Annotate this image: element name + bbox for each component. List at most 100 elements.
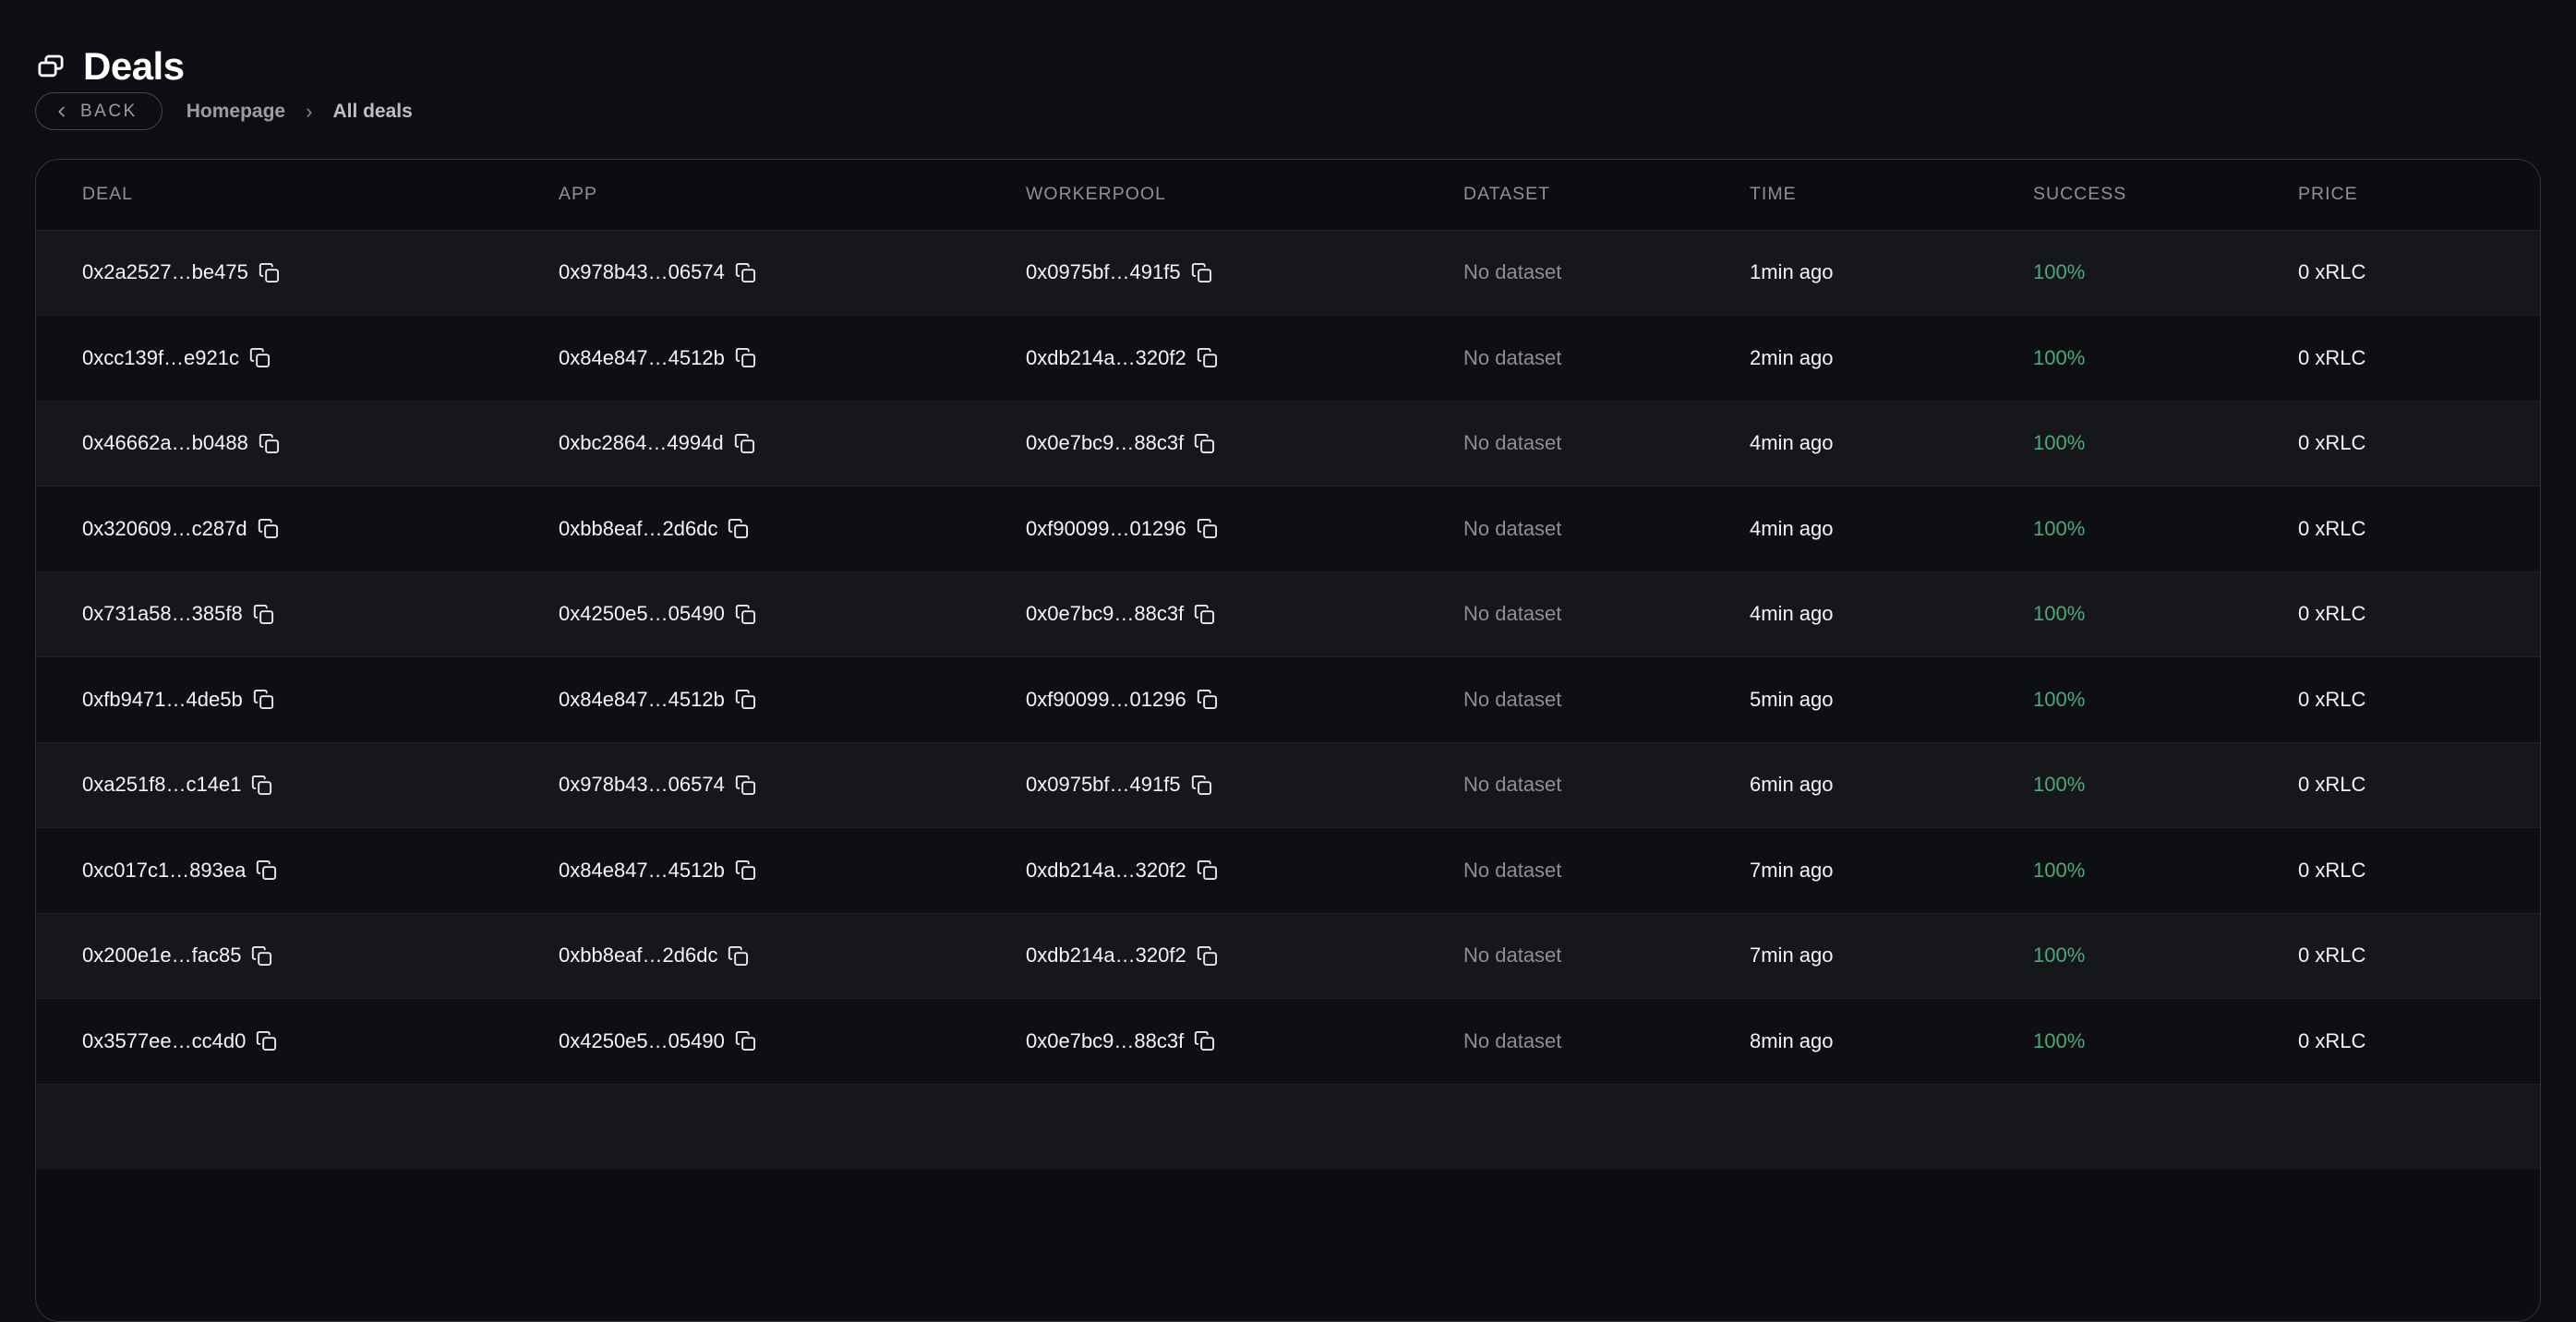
- copy-icon[interactable]: [735, 347, 756, 368]
- copy-icon[interactable]: [735, 1030, 756, 1052]
- copy-icon[interactable]: [728, 518, 749, 539]
- copy-icon[interactable]: [1194, 433, 1215, 454]
- table-row: 0x731a58…385f8 0x4250e5…05490 0x0e7bc9…88c…: [36, 571, 2540, 657]
- table-row: 0x3577ee…cc4d0 0x4250e5…05490 0x0e7bc9…88c…: [36, 998, 2540, 1084]
- workerpool-hash-link[interactable]: 0xdb214a…320f2: [1026, 943, 1186, 967]
- cell-dataset: No dataset: [1463, 773, 1750, 797]
- cell-time: 8min ago: [1750, 1029, 2033, 1053]
- deal-hash-link[interactable]: 0x2a2527…be475: [82, 260, 248, 284]
- cell-dataset: No dataset: [1463, 688, 1750, 712]
- copy-icon[interactable]: [1194, 1030, 1215, 1052]
- column-header-deal: DEAL: [82, 184, 559, 205]
- workerpool-hash-link[interactable]: 0xdb214a…320f2: [1026, 859, 1186, 883]
- cell-deal: 0x200e1e…fac85: [82, 943, 559, 967]
- cell-success: 100%: [2033, 602, 2298, 626]
- cell-success: 100%: [2033, 517, 2298, 541]
- copy-icon[interactable]: [734, 433, 755, 454]
- app-hash-link[interactable]: 0xbb8eaf…2d6dc: [559, 943, 717, 967]
- workerpool-hash-link[interactable]: 0x0e7bc9…88c3f: [1026, 602, 1184, 626]
- cell-success: 100%: [2033, 260, 2298, 284]
- cell-app: 0x4250e5…05490: [559, 602, 1026, 626]
- app-hash-link[interactable]: 0x4250e5…05490: [559, 1029, 725, 1053]
- copy-icon[interactable]: [728, 945, 749, 967]
- copy-icon[interactable]: [256, 859, 277, 881]
- deal-hash-link[interactable]: 0x200e1e…fac85: [82, 943, 241, 967]
- deal-hash-link[interactable]: 0x3577ee…cc4d0: [82, 1029, 246, 1053]
- copy-icon[interactable]: [735, 689, 756, 710]
- copy-icon[interactable]: [735, 859, 756, 881]
- deal-hash-link[interactable]: 0xc017c1…893ea: [82, 859, 246, 883]
- app-hash-link[interactable]: 0xbb8eaf…2d6dc: [559, 517, 717, 541]
- cell-workerpool: 0xf90099…01296: [1026, 517, 1463, 541]
- back-button[interactable]: BACK: [35, 92, 163, 130]
- copy-icon[interactable]: [1197, 518, 1218, 539]
- cell-success: 100%: [2033, 859, 2298, 883]
- workerpool-hash-link[interactable]: 0x0e7bc9…88c3f: [1026, 1029, 1184, 1053]
- copy-icon[interactable]: [256, 1030, 277, 1052]
- app-hash-link[interactable]: 0x978b43…06574: [559, 773, 725, 797]
- table-row: 0xcc139f…e921c 0x84e847…4512b 0xdb214a…320…: [36, 315, 2540, 401]
- column-header-time: TIME: [1750, 184, 2033, 205]
- deal-hash-link[interactable]: 0xfb9471…4de5b: [82, 688, 243, 712]
- app-hash-link[interactable]: 0x4250e5…05490: [559, 602, 725, 626]
- cell-success: 100%: [2033, 1029, 2298, 1053]
- cell-workerpool: 0xdb214a…320f2: [1026, 346, 1463, 370]
- page-header: Deals: [37, 44, 185, 89]
- cell-time: 4min ago: [1750, 517, 2033, 541]
- cell-workerpool: 0x0e7bc9…88c3f: [1026, 602, 1463, 626]
- app-hash-link[interactable]: 0x84e847…4512b: [559, 859, 725, 883]
- copy-icon[interactable]: [253, 604, 274, 625]
- copy-icon[interactable]: [1197, 347, 1218, 368]
- cell-app: 0x978b43…06574: [559, 260, 1026, 284]
- breadcrumb-homepage[interactable]: Homepage: [187, 101, 285, 123]
- workerpool-hash-link[interactable]: 0xf90099…01296: [1026, 517, 1186, 541]
- deal-hash-link[interactable]: 0xcc139f…e921c: [82, 346, 239, 370]
- table-body: 0x2a2527…be475 0x978b43…06574 0x0975bf…491…: [36, 230, 2540, 1171]
- column-header-success: SUCCESS: [2033, 184, 2298, 205]
- cell-price: 0 xRLC: [2298, 1029, 2540, 1053]
- copy-icon[interactable]: [259, 262, 280, 283]
- copy-icon[interactable]: [251, 945, 272, 967]
- breadcrumb-all-deals: All deals: [332, 101, 412, 123]
- deal-hash-link[interactable]: 0x46662a…b0488: [82, 431, 248, 455]
- cell-app: 0x84e847…4512b: [559, 688, 1026, 712]
- copy-icon[interactable]: [735, 775, 756, 796]
- cell-app: 0xbb8eaf…2d6dc: [559, 517, 1026, 541]
- app-hash-link[interactable]: 0xbc2864…4994d: [559, 431, 724, 455]
- app-hash-link[interactable]: 0x978b43…06574: [559, 260, 725, 284]
- workerpool-hash-link[interactable]: 0xdb214a…320f2: [1026, 346, 1186, 370]
- cell-success: 100%: [2033, 431, 2298, 455]
- app-hash-link[interactable]: 0x84e847…4512b: [559, 346, 725, 370]
- copy-icon[interactable]: [253, 689, 274, 710]
- copy-icon[interactable]: [251, 775, 272, 796]
- app-hash-link[interactable]: 0x84e847…4512b: [559, 688, 725, 712]
- table-row: 0xa251f8…c14e1 0x978b43…06574 0x0975bf…491…: [36, 742, 2540, 828]
- copy-icon[interactable]: [1191, 262, 1212, 283]
- workerpool-hash-link[interactable]: 0x0975bf…491f5: [1026, 773, 1181, 797]
- cell-app: 0x84e847…4512b: [559, 346, 1026, 370]
- copy-icon[interactable]: [1197, 689, 1218, 710]
- copy-icon[interactable]: [258, 518, 279, 539]
- cell-deal: 0x46662a…b0488: [82, 431, 559, 455]
- copy-icon[interactable]: [1197, 945, 1218, 967]
- workerpool-hash-link[interactable]: 0x0e7bc9…88c3f: [1026, 431, 1184, 455]
- copy-icon[interactable]: [735, 262, 756, 283]
- cell-app: 0x978b43…06574: [559, 773, 1026, 797]
- cell-deal: 0xc017c1…893ea: [82, 859, 559, 883]
- copy-icon[interactable]: [259, 433, 280, 454]
- cell-dataset: No dataset: [1463, 260, 1750, 284]
- cell-time: 4min ago: [1750, 602, 2033, 626]
- copy-icon[interactable]: [249, 347, 271, 368]
- deal-hash-link[interactable]: 0xa251f8…c14e1: [82, 773, 241, 797]
- copy-icon[interactable]: [1191, 775, 1212, 796]
- breadcrumb: Homepage › All deals: [187, 100, 413, 124]
- table-row: 0x2a2527…be475 0x978b43…06574 0x0975bf…491…: [36, 230, 2540, 316]
- deal-hash-link[interactable]: 0x731a58…385f8: [82, 602, 243, 626]
- workerpool-hash-link[interactable]: 0x0975bf…491f5: [1026, 260, 1181, 284]
- copy-icon[interactable]: [1197, 859, 1218, 881]
- copy-icon[interactable]: [1194, 604, 1215, 625]
- deal-hash-link[interactable]: 0x320609…c287d: [82, 517, 247, 541]
- workerpool-hash-link[interactable]: 0xf90099…01296: [1026, 688, 1186, 712]
- cell-app: 0x84e847…4512b: [559, 859, 1026, 883]
- copy-icon[interactable]: [735, 604, 756, 625]
